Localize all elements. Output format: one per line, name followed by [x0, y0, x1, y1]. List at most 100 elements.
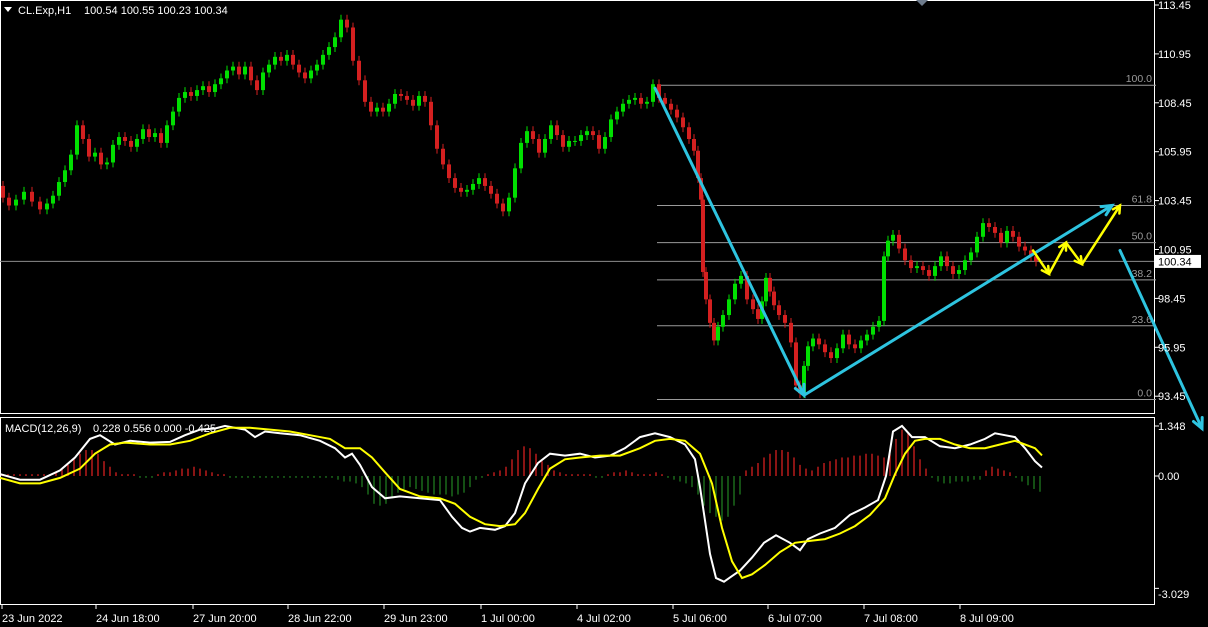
candle-body	[1017, 236, 1021, 247]
candle-body	[501, 203, 505, 212]
candle-body	[207, 86, 211, 93]
candle-body	[567, 140, 571, 147]
candle-body	[297, 64, 301, 73]
candle-body	[267, 64, 271, 73]
candle-body	[447, 164, 451, 179]
candle-body	[897, 234, 901, 249]
candle-body	[675, 109, 679, 118]
candle-body	[7, 197, 11, 206]
candle-body	[891, 234, 895, 241]
candle-body	[375, 107, 379, 112]
current-price-tag: 100.34	[1155, 254, 1201, 268]
candle-body	[453, 178, 457, 188]
candle-body	[30, 191, 34, 202]
candle-body	[315, 64, 319, 71]
candle-body	[111, 144, 115, 163]
candle-body	[751, 299, 755, 310]
candle-body	[81, 125, 85, 139]
candle-body	[237, 66, 241, 75]
candle-body	[45, 203, 49, 210]
candle-body	[105, 162, 109, 165]
candle-body	[987, 223, 991, 228]
candle-body	[597, 135, 601, 149]
price-axis-label: 108.45	[1158, 98, 1192, 110]
candle-body	[14, 199, 18, 206]
candle-body	[165, 125, 169, 143]
candle-body	[603, 137, 607, 149]
candle-body	[886, 240, 890, 257]
candle-body	[969, 252, 973, 261]
candle-body	[921, 266, 925, 271]
candle-body	[183, 92, 187, 98]
candle-body	[177, 97, 181, 112]
candle-body	[285, 54, 289, 61]
candle-body	[1011, 230, 1015, 237]
candle-body	[708, 299, 712, 323]
time-axis-label: 7 Jul 08:00	[864, 613, 918, 625]
candle-body	[733, 283, 737, 300]
candle-body	[531, 131, 535, 139]
macd-indicator-name: MACD(12,26,9)	[5, 423, 81, 435]
candle-body	[817, 338, 821, 345]
candle-body	[99, 152, 103, 165]
candle-body	[435, 125, 439, 149]
ohlc-values: 100.54 100.55 100.23 100.34	[84, 5, 228, 17]
candle-body	[171, 111, 175, 126]
candle-body	[273, 56, 277, 65]
candle-body	[621, 103, 625, 112]
time-axis-label: 1 Jul 00:00	[481, 613, 535, 625]
candle-body	[147, 129, 151, 138]
candle-body	[841, 334, 845, 349]
candle-body	[525, 131, 529, 143]
time-axis-label: 27 Jun 20:00	[193, 613, 257, 625]
candle-body	[633, 97, 637, 100]
price-axis-label: 105.95	[1158, 147, 1192, 159]
time-axis-label: 6 Jul 07:00	[768, 613, 822, 625]
price-axis-label: 103.45	[1158, 196, 1192, 208]
candle-body	[489, 185, 493, 194]
candle-body	[357, 60, 361, 81]
candle-body	[915, 266, 919, 269]
candle-body	[783, 315, 787, 323]
candle-body	[549, 125, 553, 139]
candle-body	[847, 334, 851, 345]
candle-body	[777, 305, 781, 316]
candle-body	[129, 140, 133, 147]
candle-body	[591, 131, 595, 136]
candle-body	[1005, 230, 1009, 243]
candle-body	[261, 72, 265, 91]
candle-body	[387, 103, 391, 112]
candle-body	[789, 322, 793, 343]
candle-body	[537, 138, 541, 153]
candle-body	[975, 236, 979, 253]
candle-body	[22, 191, 26, 200]
time-axis-label: 28 Jun 22:00	[288, 613, 352, 625]
candle-body	[829, 352, 833, 359]
candle-body	[63, 170, 67, 183]
candle-body	[712, 322, 716, 341]
candle-body	[213, 84, 217, 93]
candle-body	[405, 95, 409, 100]
candle-body	[903, 248, 907, 261]
time-axis-label: 5 Jul 06:00	[673, 613, 727, 625]
candle-body	[877, 320, 881, 327]
candle-body	[93, 152, 97, 157]
fib-level-label: 61.8	[1132, 193, 1153, 205]
candle-body	[764, 277, 768, 302]
candle-body	[201, 86, 205, 91]
trading-chart[interactable]: 100.061.850.038.223.60.0 113.45110.95108…	[0, 0, 1208, 627]
candle-body	[561, 135, 565, 147]
candle-body	[927, 270, 931, 276]
candle-body	[993, 227, 997, 233]
candle-body	[909, 260, 913, 269]
candle-body	[507, 197, 511, 212]
candle-body	[823, 344, 827, 353]
candle-body	[615, 111, 619, 120]
candle-body	[117, 137, 121, 145]
candle-body	[687, 127, 691, 139]
candle-body	[627, 99, 631, 104]
time-axis-label: 8 Jul 09:00	[960, 613, 1014, 625]
time-axis-label: 4 Jul 02:00	[577, 613, 631, 625]
candle-body	[951, 266, 955, 274]
candle-body	[381, 107, 385, 112]
